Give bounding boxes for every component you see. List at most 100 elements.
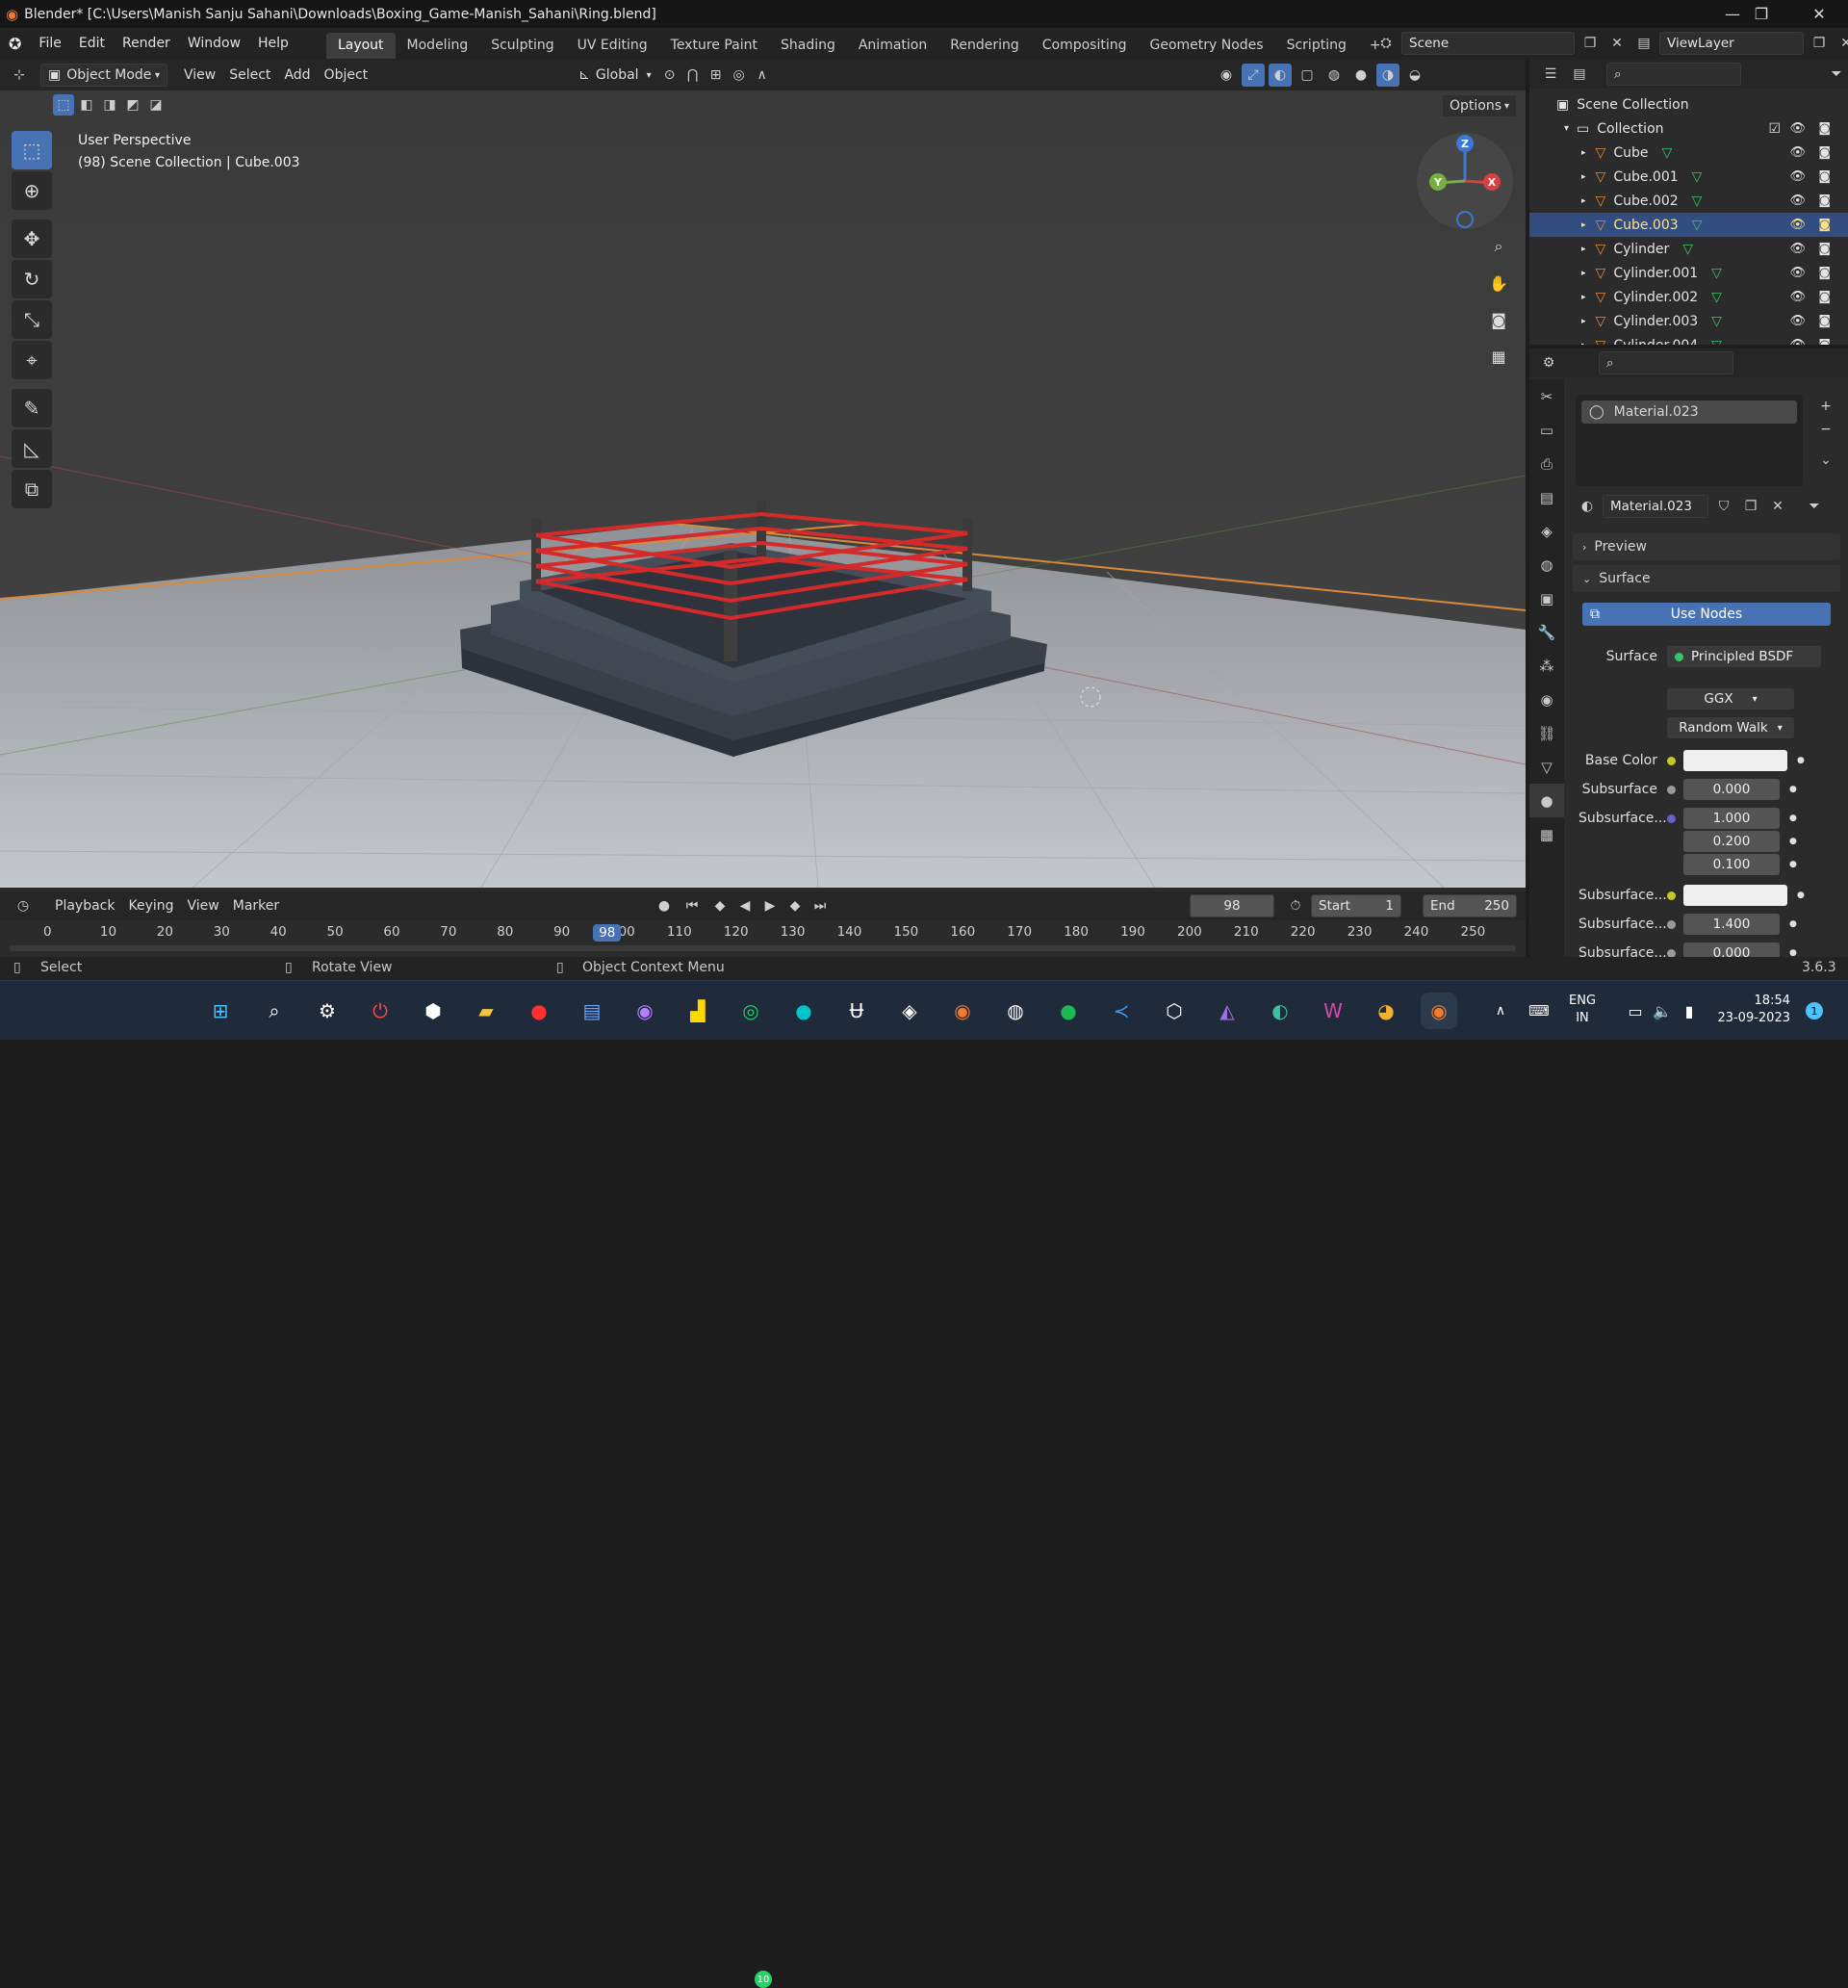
camera-render-icon[interactable]: ◙ xyxy=(1818,218,1831,232)
checkbox-icon[interactable]: ☑ xyxy=(1768,121,1781,137)
maximize-button[interactable]: ❐ xyxy=(1732,0,1790,28)
timeline-scrollbar[interactable] xyxy=(10,945,1516,951)
mesh-data-icon[interactable]: ▽ xyxy=(1711,314,1722,329)
play-icon[interactable]: ▶ xyxy=(758,894,782,917)
expand-arrow-icon[interactable]: ▸ xyxy=(1581,293,1586,302)
menu-edit[interactable]: Edit xyxy=(70,28,114,60)
zoom-icon[interactable]: ⌕ xyxy=(1483,231,1514,262)
edge-icon[interactable]: ◐ xyxy=(1262,993,1298,1029)
tab-rendering[interactable]: Rendering xyxy=(938,33,1031,59)
socket-icon[interactable] xyxy=(1667,756,1676,765)
scene-tab-icon[interactable]: ◈ xyxy=(1529,514,1564,548)
property-value-field[interactable]: 0.000 xyxy=(1683,779,1780,800)
timer-icon[interactable]: ⏱ xyxy=(1284,894,1307,917)
camera-render-icon[interactable]: ◙ xyxy=(1818,169,1831,184)
data-tab-icon[interactable]: ▽ xyxy=(1529,750,1564,784)
tab-texture-paint[interactable]: Texture Paint xyxy=(659,33,769,59)
obs-icon[interactable]: ◍ xyxy=(997,993,1034,1029)
eye-icon[interactable]: 👁 xyxy=(1789,145,1806,160)
app-hex-icon[interactable]: ⬢ xyxy=(415,993,451,1029)
properties-editor-icon[interactable]: ⚙ xyxy=(1537,351,1560,374)
measure-tool-icon[interactable]: ◺ xyxy=(12,429,52,468)
proportional-edit-icon[interactable]: ◎ xyxy=(728,64,751,87)
file-explorer-icon[interactable]: ▰ xyxy=(468,993,504,1029)
camera-render-icon[interactable]: ◙ xyxy=(1818,145,1831,160)
socket-icon[interactable] xyxy=(1667,813,1676,823)
view-layer-tab-icon[interactable]: ▤ xyxy=(1529,480,1564,514)
mesh-data-icon[interactable]: ▽ xyxy=(1692,194,1703,209)
xray-icon[interactable]: ▢ xyxy=(1296,64,1319,87)
github-app-icon[interactable]: ◉ xyxy=(627,993,663,1029)
particles-tab-icon[interactable]: ⁂ xyxy=(1529,649,1564,683)
language-indicator[interactable]: ENG IN xyxy=(1569,993,1596,1027)
eye-icon[interactable]: 👁 xyxy=(1789,242,1806,256)
solid-shading-icon[interactable]: ● xyxy=(1349,64,1373,87)
eye-icon[interactable]: 👁 xyxy=(1789,338,1806,345)
tab-shading[interactable]: Shading xyxy=(769,33,847,59)
mesh-data-icon[interactable]: ▽ xyxy=(1711,266,1722,281)
texture-tab-icon[interactable]: ▦ xyxy=(1529,817,1564,851)
next-keyframe-icon[interactable]: ◆ xyxy=(783,894,807,917)
surface-panel-header[interactable]: ⌄ Surface xyxy=(1573,565,1840,592)
taskbar-search-icon[interactable]: ⌕ xyxy=(256,993,293,1029)
expand-arrow-icon[interactable]: ▾ xyxy=(1564,123,1569,134)
property-value-field[interactable]: 0.100 xyxy=(1683,854,1780,875)
preview-panel-header[interactable]: › Preview xyxy=(1573,533,1840,560)
menu-view[interactable]: View xyxy=(177,64,222,87)
surface-shader-field[interactable]: Principled BSDF xyxy=(1667,646,1821,667)
mesh-data-icon[interactable]: ▽ xyxy=(1661,145,1672,161)
chrome-icon[interactable]: ◕ xyxy=(1368,993,1404,1029)
mesh-data-icon[interactable]: ▽ xyxy=(1682,242,1693,257)
use-nodes-button[interactable]: ⧉ Use Nodes xyxy=(1582,603,1831,626)
properties-search-input[interactable]: ⌕ xyxy=(1599,351,1733,374)
expand-arrow-icon[interactable]: ▸ xyxy=(1581,341,1586,346)
mode-dropdown[interactable]: ▣ Object Mode ▾ xyxy=(40,64,167,87)
add-cube-tool-icon[interactable]: ⧉ xyxy=(12,470,52,508)
play-reverse-icon[interactable]: ◀ xyxy=(733,894,757,917)
canva-icon[interactable]: ● xyxy=(785,993,822,1029)
eye-icon[interactable]: 👁 xyxy=(1789,194,1806,208)
mesh-data-icon[interactable]: ▽ xyxy=(1692,169,1703,185)
menu-file[interactable]: File xyxy=(30,28,69,60)
expand-arrow-icon[interactable]: ▸ xyxy=(1581,196,1586,206)
slot-menu-icon[interactable]: ⌄ xyxy=(1814,449,1837,472)
keyframe-dot-icon[interactable]: ● xyxy=(1789,813,1797,823)
remove-view-layer-icon[interactable]: ✕ xyxy=(1835,32,1848,55)
3d-viewport[interactable] xyxy=(0,90,1526,888)
color-swatch[interactable] xyxy=(1683,885,1787,906)
keyframe-dot-icon[interactable]: ● xyxy=(1789,860,1797,869)
filter-icon[interactable]: ⏷ xyxy=(1825,63,1848,86)
tab-modeling[interactable]: Modeling xyxy=(396,33,480,59)
menu-playback[interactable]: Playback xyxy=(48,894,121,917)
eye-icon[interactable]: 👁 xyxy=(1789,121,1806,136)
unlink-material-icon[interactable]: ✕ xyxy=(1766,495,1789,518)
expand-arrow-icon[interactable]: ▸ xyxy=(1581,172,1586,182)
material-slot-item[interactable]: ◯ Material.023 xyxy=(1581,400,1797,424)
material-shading-icon[interactable]: ◑ xyxy=(1376,64,1399,87)
gizmo-y-axis[interactable]: Y xyxy=(1429,173,1447,191)
current-frame-field[interactable]: 98 xyxy=(1190,894,1274,917)
select-invert-icon[interactable]: ◩ xyxy=(122,94,143,116)
close-button[interactable]: ✕ xyxy=(1790,0,1848,28)
transform-tool-icon[interactable]: ⌖ xyxy=(12,341,52,379)
scene-selector[interactable]: Scene xyxy=(1401,32,1575,55)
expand-arrow-icon[interactable]: ▸ xyxy=(1581,269,1586,278)
display-mode-icon[interactable]: ▤ xyxy=(1568,63,1591,86)
keyboard-icon[interactable]: ⌨ xyxy=(1521,993,1557,1029)
eye-icon[interactable]: 👁 xyxy=(1789,169,1806,184)
tab-geometry-nodes[interactable]: Geometry Nodes xyxy=(1139,33,1275,59)
blender-taskbar-icon[interactable]: ◉ xyxy=(944,993,981,1029)
camera-render-icon[interactable]: ◙ xyxy=(1818,266,1831,280)
mesh-data-icon[interactable]: ▽ xyxy=(1692,218,1703,233)
rendered-shading-icon[interactable]: ◒ xyxy=(1403,64,1426,87)
pan-hand-icon[interactable]: ✋ xyxy=(1483,268,1514,298)
menu-select[interactable]: Select xyxy=(222,64,277,87)
outliner-collection[interactable]: ▾ ▭ Collection ☑ 👁 ◙ xyxy=(1529,116,1848,141)
render-tab-icon[interactable]: ▭ xyxy=(1529,413,1564,447)
select-box-tool-icon[interactable]: ⬚ xyxy=(12,131,52,169)
select-extend-icon[interactable]: ◧ xyxy=(76,94,97,116)
gizmo-x-axis[interactable]: X xyxy=(1483,173,1501,191)
snap-icon[interactable]: ⋂ xyxy=(681,64,705,87)
snap-target-icon[interactable]: ⊞ xyxy=(705,64,728,87)
menu-object[interactable]: Object xyxy=(318,64,375,87)
